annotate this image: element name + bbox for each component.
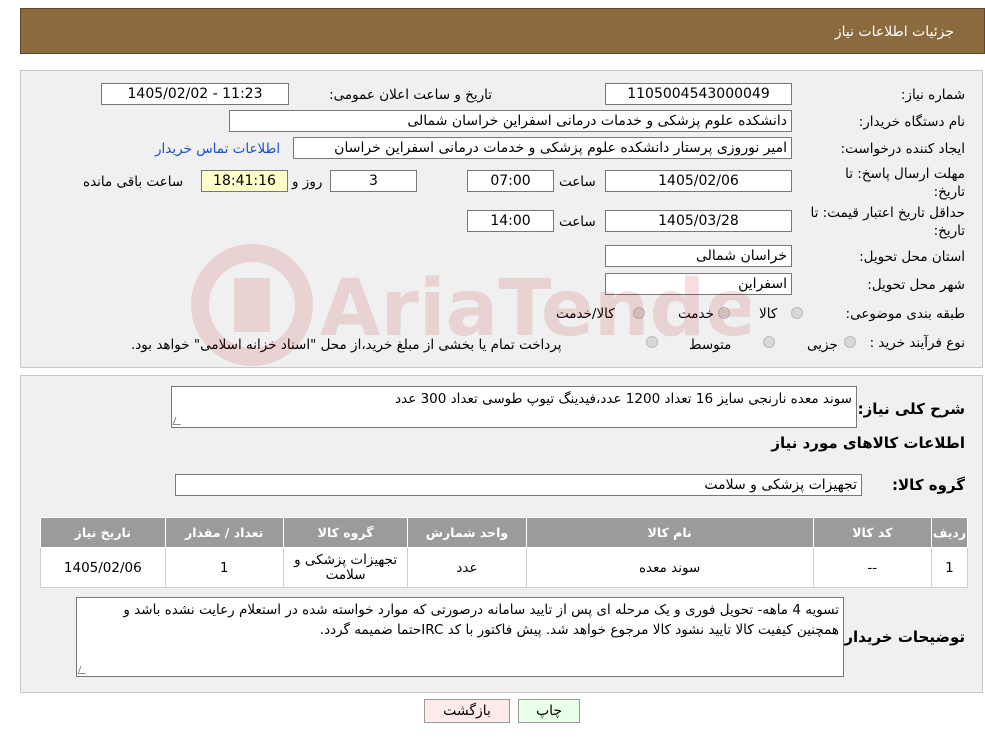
col-code: کد کالا bbox=[812, 517, 932, 548]
process-option-medium: متوسط bbox=[689, 337, 732, 353]
table-row: 1 -- سوند معده عدد تجهیزات پزشکی و سلامت… bbox=[40, 547, 969, 588]
summary-textarea[interactable]: سوند معده نارنجی سایز 16 تعداد 1200 عدد،… bbox=[171, 386, 857, 428]
col-name: نام کالا bbox=[525, 517, 814, 548]
page-title: جزئیات اطلاعات نیاز bbox=[834, 24, 954, 40]
deadline-date-field[interactable]: 1405/02/06 bbox=[605, 170, 792, 192]
remaining-time-field: 18:41:16 bbox=[201, 170, 288, 192]
buyer-org-field[interactable]: دانشکده علوم پزشکی و خدمات درمانی اسفرای… bbox=[229, 110, 792, 132]
cell-name: سوند معده bbox=[525, 547, 814, 588]
print-button[interactable]: چاپ bbox=[518, 699, 580, 723]
announce-field[interactable]: 1405/02/02 - 11:23 bbox=[101, 83, 289, 105]
category-option-goods: کالا bbox=[759, 306, 778, 322]
process-checkbox-treasury[interactable] bbox=[646, 336, 658, 348]
category-radio-goods[interactable] bbox=[791, 307, 803, 319]
resize-handle-icon[interactable] bbox=[77, 666, 89, 674]
deadline-time-field[interactable]: 07:00 bbox=[467, 170, 554, 192]
deadline-time-label: ساعت bbox=[559, 174, 596, 190]
category-radio-service[interactable] bbox=[718, 307, 730, 319]
process-label: نوع فرآیند خرید : bbox=[869, 335, 965, 351]
province-label: استان محل تحویل: bbox=[859, 249, 965, 265]
process-radio-minor[interactable] bbox=[844, 336, 856, 348]
remaining-label: ساعت باقی مانده bbox=[83, 174, 184, 190]
items-table: ردیف کد کالا نام کالا واحد شمارش گروه کا… bbox=[40, 517, 969, 588]
buyer-notes-textarea[interactable]: تسویه 4 ماهه- تحویل فوری و یک مرحله ای پ… bbox=[76, 597, 844, 677]
summary-label: شرح کلی نیاز: bbox=[857, 400, 965, 418]
cell-code: -- bbox=[812, 547, 932, 588]
validity-label: حداقل تاریخ اعتبار قیمت: تا تاریخ: bbox=[810, 205, 965, 239]
buyer-org-label: نام دستگاه خریدار: bbox=[858, 114, 965, 130]
col-row: ردیف bbox=[930, 517, 969, 548]
validity-time-label: ساعت bbox=[559, 214, 596, 230]
group-label: گروه کالا: bbox=[892, 476, 965, 494]
buyer-notes-text: تسویه 4 ماهه- تحویل فوری و یک مرحله ای پ… bbox=[123, 602, 839, 638]
days-field[interactable]: 3 bbox=[330, 170, 417, 192]
cell-row: 1 bbox=[930, 547, 969, 588]
buyer-notes-label: توضیحات خریدار: bbox=[838, 628, 965, 646]
cell-qty: 1 bbox=[164, 547, 284, 588]
cell-group: تجهیزات پزشکی و سلامت bbox=[282, 547, 409, 588]
province-field[interactable]: خراسان شمالی bbox=[605, 245, 792, 267]
need-details-panel: شرح کلی نیاز: سوند معده نارنجی سایز 16 ت… bbox=[20, 375, 983, 693]
back-button[interactable]: بازگشت bbox=[424, 699, 510, 723]
city-field[interactable]: اسفراین bbox=[605, 273, 792, 295]
validity-date-field[interactable]: 1405/03/28 bbox=[605, 210, 792, 232]
requester-field[interactable]: امیر نوروزی پرستار دانشکده علوم پزشکی و … bbox=[293, 137, 792, 159]
requester-label: ایجاد کننده درخواست: bbox=[840, 141, 965, 157]
city-label: شهر محل تحویل: bbox=[867, 277, 965, 293]
col-group: گروه کالا bbox=[282, 517, 409, 548]
category-radio-goods-service[interactable] bbox=[633, 307, 645, 319]
category-option-goods-service: کالا/خدمت bbox=[556, 306, 615, 322]
category-option-service: خدمت bbox=[678, 306, 714, 322]
announce-label: تاریخ و ساعت اعلان عمومی: bbox=[329, 87, 492, 103]
need-number-field[interactable]: 1105004543000049 bbox=[605, 83, 792, 105]
process-radio-medium[interactable] bbox=[763, 336, 775, 348]
page-header: جزئیات اطلاعات نیاز bbox=[20, 8, 985, 54]
cell-date: 1405/02/06 bbox=[40, 547, 166, 588]
category-label: طبقه بندی موضوعی: bbox=[845, 306, 965, 322]
buyer-contact-link[interactable]: اطلاعات تماس خریدار bbox=[155, 141, 280, 157]
need-info-panel: شماره نیاز: 1105004543000049 تاریخ و ساع… bbox=[20, 70, 983, 368]
days-label: روز و bbox=[292, 174, 323, 190]
deadline-label: مهلت ارسال پاسخ: تا تاریخ: bbox=[845, 166, 965, 200]
need-number-label: شماره نیاز: bbox=[900, 87, 965, 103]
process-note: پرداخت تمام یا بخشی از مبلغ خرید،از محل … bbox=[131, 337, 562, 353]
validity-time-field[interactable]: 14:00 bbox=[467, 210, 554, 232]
items-heading: اطلاعات کالاهای مورد نیاز bbox=[771, 434, 965, 452]
process-option-minor: جزیی bbox=[807, 337, 838, 353]
group-field[interactable]: تجهیزات پزشکی و سلامت bbox=[175, 474, 862, 496]
col-qty: تعداد / مقدار bbox=[164, 517, 284, 548]
items-table-header: ردیف کد کالا نام کالا واحد شمارش گروه کا… bbox=[40, 517, 969, 548]
cell-unit: عدد bbox=[407, 547, 527, 588]
col-unit: واحد شمارش bbox=[407, 517, 527, 548]
resize-handle-icon[interactable] bbox=[172, 417, 184, 425]
col-date: تاریخ نیاز bbox=[40, 517, 166, 548]
summary-text: سوند معده نارنجی سایز 16 تعداد 1200 عدد،… bbox=[395, 391, 852, 407]
